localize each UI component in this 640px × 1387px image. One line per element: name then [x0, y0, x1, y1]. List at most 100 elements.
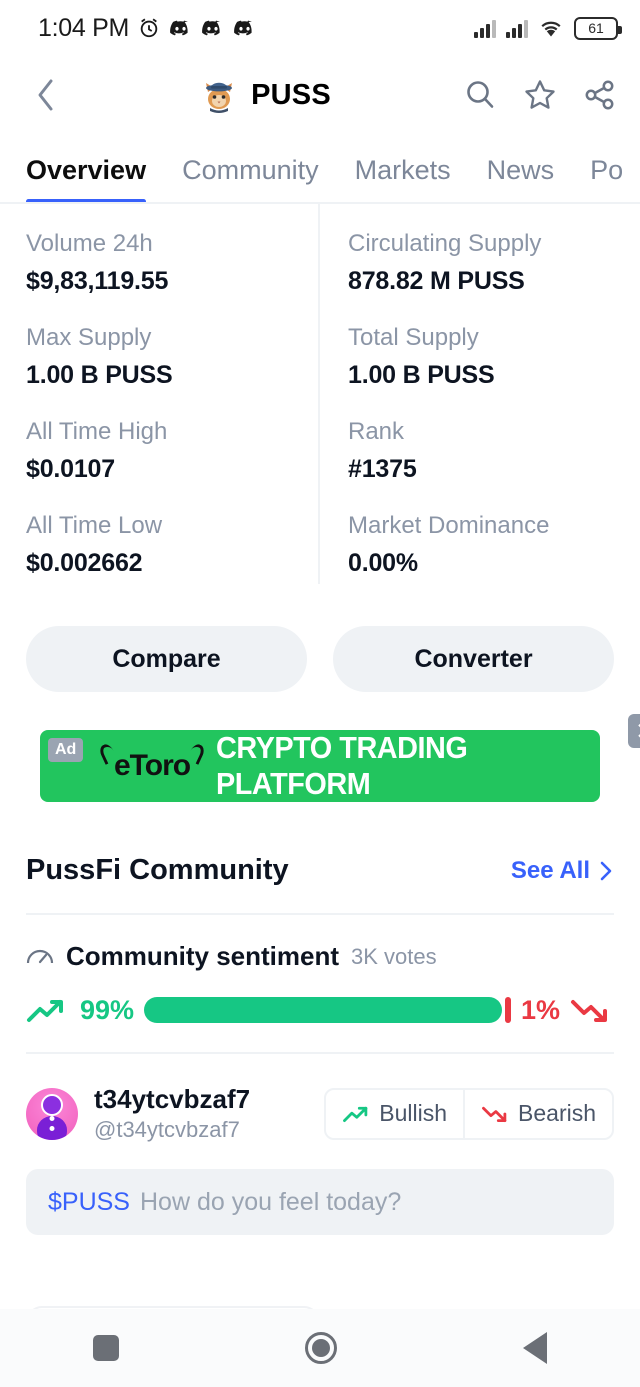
community-section-title: PussFi Community: [26, 854, 289, 886]
wifi-icon: [541, 21, 561, 37]
share-icon: [585, 80, 614, 110]
ad-close-button[interactable]: ✕: [628, 714, 640, 748]
avatar[interactable]: [26, 1087, 78, 1140]
status-bar-left: 1:04 PM: [38, 14, 256, 43]
star-icon: [525, 80, 555, 109]
tab-overview[interactable]: Overview: [26, 155, 147, 202]
ad-headline: CRYPTO TRADING PLATFORM: [216, 730, 468, 801]
compare-button[interactable]: Compare: [26, 626, 307, 692]
tab-markets[interactable]: Markets: [355, 155, 451, 202]
back-button[interactable]: [24, 73, 68, 117]
android-nav-bar: [0, 1309, 640, 1387]
stat-label: All Time Low: [26, 512, 163, 539]
bullish-label: Bullish: [379, 1100, 448, 1126]
signal-bars-icon: [474, 18, 496, 38]
community-section-header: PussFi Community See All: [0, 802, 640, 887]
status-bar-clock: 1:04 PM: [38, 13, 130, 42]
stat-total-supply: Total Supply 1.00 B PUSS: [348, 324, 614, 390]
stat-label: Rank: [348, 418, 405, 445]
stat-volume-24h: Volume 24h $9,83,119.55: [26, 230, 320, 296]
stat-rank: Rank #1375: [348, 418, 614, 484]
cat-with-hat-icon: [199, 75, 239, 115]
converter-button[interactable]: Converter: [333, 626, 614, 692]
sentiment-vote-count: 3K votes: [351, 943, 437, 969]
stat-label: Total Supply: [348, 324, 479, 351]
sentiment-bar: [144, 997, 511, 1023]
sentiment-bar-bearish: [505, 997, 511, 1023]
triangle-back-icon[interactable]: [523, 1332, 547, 1364]
stat-label: Volume 24h: [26, 230, 153, 257]
search-icon: [467, 81, 494, 108]
signal-bars-icon: [506, 18, 528, 38]
stat-value: $0.0107: [26, 455, 115, 483]
trending-up-icon: [27, 1000, 63, 1022]
see-all-label: See All: [510, 856, 590, 884]
coin-title-group: PUSS: [68, 75, 462, 115]
avatar-dot: [49, 1125, 55, 1131]
alarm-icon: [140, 18, 158, 38]
stat-value: 0.00%: [348, 549, 418, 577]
advertisement[interactable]: Ad eToro CRYPTO TRADING PLATFORM ✕: [0, 692, 640, 802]
see-all-link[interactable]: See All: [511, 857, 614, 885]
bullish-vote-button[interactable]: Bullish: [326, 1090, 463, 1138]
stats-column-left: Volume 24h $9,83,119.55 Max Supply 1.00 …: [26, 230, 320, 606]
status-bar: 1:04 PM 61: [0, 0, 640, 56]
tab-bar[interactable]: Overview Community Markets News Po: [0, 134, 640, 204]
user-name: t34ytcvbzaf7: [94, 1084, 251, 1114]
favorite-button[interactable]: [522, 77, 558, 113]
bearish-vote-button[interactable]: Bearish: [463, 1089, 612, 1138]
ad-badge: Ad: [48, 738, 84, 762]
community-user-row: t34ytcvbzaf7 @t34ytcvbzaf7 Bullish Beari…: [0, 1054, 640, 1143]
trending-down-icon: [482, 1106, 507, 1122]
action-button-row: Compare Converter: [0, 606, 640, 692]
post-input-placeholder: How do you feel today?: [139, 1187, 402, 1216]
square-icon[interactable]: [93, 1335, 119, 1361]
etoro-logo: eToro: [102, 749, 202, 783]
cashtag-label: $PUSS: [48, 1187, 130, 1216]
user-meta: t34ytcvbzaf7 @t34ytcvbzaf7: [94, 1084, 250, 1143]
search-button[interactable]: [462, 77, 498, 113]
status-bar-right: 61: [474, 16, 622, 40]
close-icon: ✕: [635, 719, 640, 743]
app-header-actions: [462, 77, 618, 113]
stat-label: Max Supply: [26, 324, 152, 351]
user-handle: @t34ytcvbzaf7: [94, 1117, 240, 1142]
community-sentiment-title: Community sentiment: [66, 941, 340, 971]
tab-community[interactable]: Community: [182, 155, 319, 202]
trending-down-icon: [571, 1000, 607, 1022]
sentiment-bar-row: 99% 1%: [0, 972, 640, 1026]
stat-value: $9,83,119.55: [26, 267, 169, 295]
battery-indicator: 61: [574, 16, 622, 40]
tab-portfolio[interactable]: Po: [590, 155, 623, 202]
circle-icon[interactable]: [305, 1332, 337, 1364]
discord-icon: [170, 20, 188, 36]
discord-icon: [234, 20, 252, 36]
tab-news[interactable]: News: [487, 155, 555, 202]
ad-banner[interactable]: Ad eToro CRYPTO TRADING PLATFORM: [40, 730, 600, 802]
sentiment-vote-group: Bullish Bearish: [324, 1087, 614, 1140]
chevron-left-icon: [38, 79, 53, 111]
stat-max-supply: Max Supply 1.00 B PUSS: [26, 324, 320, 390]
share-button[interactable]: [582, 77, 618, 113]
gauge-icon: [26, 949, 54, 963]
page-title: PUSS: [251, 78, 331, 111]
bearish-percent: 1%: [520, 994, 560, 1025]
bullish-percent: 99%: [80, 994, 135, 1025]
coin-stats-grid: Volume 24h $9,83,119.55 Max Supply 1.00 …: [0, 204, 640, 606]
avatar-dot: [49, 1115, 55, 1121]
stat-value: #1375: [348, 455, 417, 483]
stat-label: Market Dominance: [348, 512, 550, 539]
avatar-head: [41, 1093, 63, 1116]
stat-value: 1.00 B PUSS: [348, 361, 495, 389]
stat-value: 1.00 B PUSS: [26, 361, 173, 389]
community-sentiment-header: Community sentiment 3K votes: [0, 915, 640, 972]
stat-circulating-supply: Circulating Supply 878.82 M PUSS: [348, 230, 614, 296]
chevron-right-icon: [600, 861, 612, 880]
stat-market-dominance: Market Dominance 0.00%: [348, 512, 614, 578]
sentiment-bar-bullish: [144, 997, 503, 1023]
stat-label: All Time High: [26, 418, 168, 445]
bearish-label: Bearish: [518, 1100, 596, 1126]
post-input[interactable]: $PUSS How do you feel today?: [26, 1169, 614, 1235]
stat-value: 878.82 M PUSS: [348, 267, 525, 295]
stat-all-time-low: All Time Low $0.002662: [26, 512, 320, 578]
